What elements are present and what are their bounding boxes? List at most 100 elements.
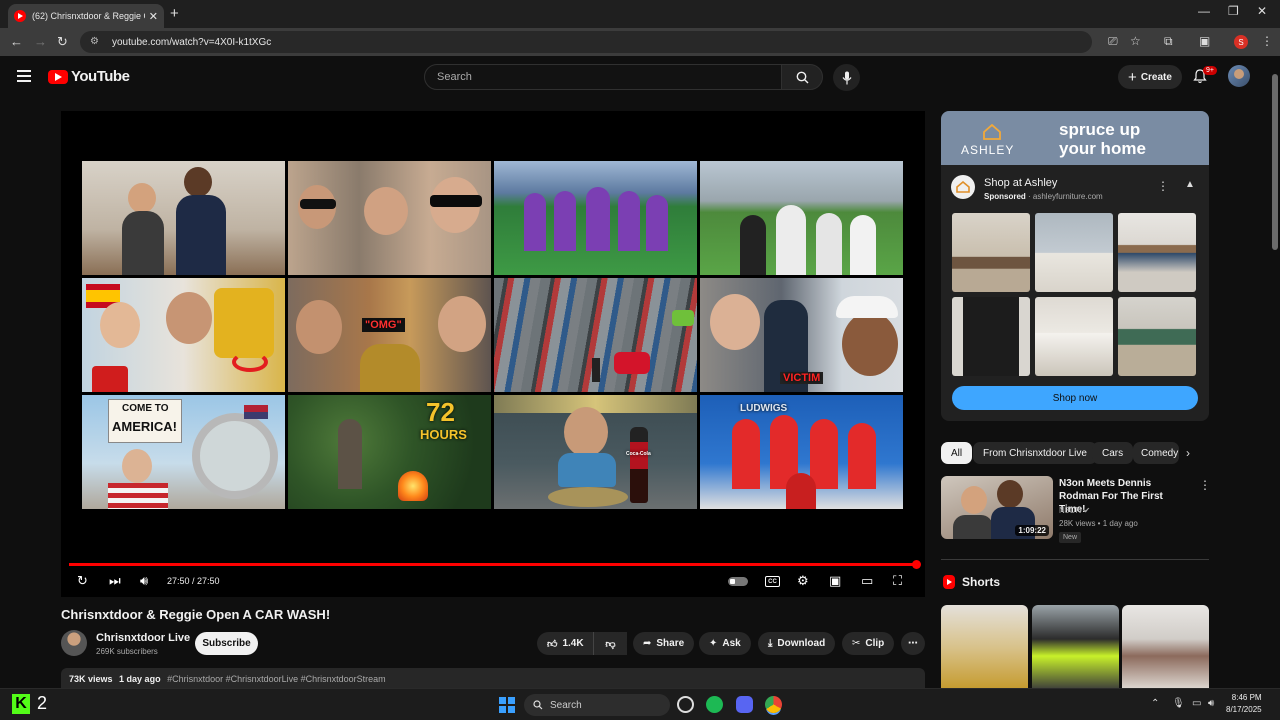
back-icon[interactable]: ← (10, 34, 23, 49)
ad-product-image[interactable] (952, 297, 1030, 376)
chip-from-channel[interactable]: From Chrisnxtdoor Live (973, 442, 1097, 464)
ask-button[interactable]: ✦ Ask (699, 632, 751, 655)
sidepanel-icon[interactable]: ▣ (1199, 34, 1210, 48)
cast-icon[interactable]: ⎚ (1108, 34, 1118, 49)
url-text: youtube.com/watch?v=4X0I-k1tXGc (112, 36, 272, 48)
chrome-app-icon[interactable] (765, 696, 782, 713)
profile-avatar[interactable]: S (1234, 35, 1248, 49)
ad-headline-line2: your home (1059, 139, 1146, 158)
collage-thumb (494, 278, 697, 392)
recommended-channel[interactable]: N3ON ✔ (1059, 506, 1090, 515)
volume-icon[interactable]: 🔊︎ (140, 573, 148, 589)
miniplayer-icon[interactable]: ▣ (829, 573, 841, 589)
clip-label: Clip (865, 638, 885, 649)
menu-hamburger-icon[interactable] (17, 70, 31, 82)
ad-product-image[interactable] (1118, 297, 1196, 376)
scrollbar-thumb[interactable] (1272, 74, 1278, 250)
spotify-app-icon[interactable] (706, 696, 723, 713)
recommended-channel-name: N3ON (1059, 506, 1082, 515)
obs-app-icon[interactable] (677, 696, 694, 713)
replay-icon[interactable]: ↻ (77, 573, 88, 589)
cola-caption: Coca-Cola (626, 451, 651, 457)
fullscreen-icon[interactable]: ⛶ (893, 573, 902, 589)
windows-start-icon[interactable] (499, 697, 515, 713)
ad-title[interactable]: Shop at Ashley (984, 177, 1057, 189)
taskbar-search[interactable]: Search (524, 694, 670, 716)
hashtags[interactable]: #Chrisnxtdoor #ChrisnxtdoorLive #Chrisnx… (167, 674, 386, 684)
ad-banner[interactable]: ASHLEY spruce up your home (941, 111, 1209, 165)
clip-button[interactable]: ✂ Clip (842, 632, 895, 655)
ad-product-image[interactable] (1118, 213, 1196, 292)
video-player[interactable]: "OMG" VICTIM COME TO AMERICA! 72 HOURS C… (61, 111, 925, 597)
chip-comedy[interactable]: Comedy (1133, 442, 1179, 464)
sponsored-ad-card[interactable]: ASHLEY spruce up your home Shop at Ashle… (941, 111, 1209, 421)
url-field[interactable]: ⚙ youtube.com/watch?v=4X0I-k1tXGc (80, 31, 1092, 53)
ad-product-image[interactable] (952, 213, 1030, 292)
restore-icon[interactable]: ❐ (1228, 4, 1239, 18)
autoplay-toggle[interactable] (728, 577, 748, 586)
subscriber-count: 269K subscribers (96, 647, 158, 656)
cola-bottle (630, 427, 648, 503)
forward-icon[interactable]: → (34, 34, 47, 49)
subscribe-button[interactable]: Subscribe (195, 632, 258, 655)
dislike-button[interactable]: 👎︎ (593, 632, 627, 655)
collage-person (810, 419, 838, 489)
voice-search-button[interactable] (833, 64, 860, 91)
new-tab-icon[interactable]: + (170, 5, 179, 22)
ad-product-image[interactable] (1035, 213, 1113, 292)
extensions-icon[interactable]: ⧉ (1164, 34, 1173, 49)
minimize-icon[interactable]: — (1198, 4, 1210, 18)
share-button[interactable]: ➦ Share (633, 632, 695, 655)
collage-person (786, 473, 816, 509)
theater-mode-icon[interactable]: ▭ (861, 573, 873, 589)
chip-all[interactable]: All (941, 442, 973, 464)
collage-person (564, 407, 608, 457)
tray-mic-icon[interactable]: 🎙︎ (1172, 698, 1185, 709)
settings-gear-icon[interactable]: ⚙ (797, 573, 809, 589)
ad-product-image[interactable] (1035, 297, 1113, 376)
ad-menu-icon[interactable]: ⋮ (1157, 179, 1169, 193)
taskbar-clock[interactable]: 8:46 PM 8/17/2025 (1226, 692, 1262, 716)
next-video-icon[interactable]: ⏭ (109, 573, 121, 589)
page-scrollbar[interactable] (1270, 60, 1280, 688)
video-duration: 1:09:22 (1015, 525, 1049, 536)
search-button[interactable] (781, 64, 823, 90)
collage-person (296, 300, 342, 354)
reload-icon[interactable]: ↻ (57, 34, 68, 50)
short-thumbnail[interactable] (1032, 605, 1119, 690)
bookmark-star-icon[interactable]: ☆ (1130, 34, 1141, 48)
channel-avatar[interactable] (61, 630, 87, 656)
create-button[interactable]: + Create (1118, 65, 1182, 89)
captions-icon[interactable]: CC (765, 576, 780, 587)
tray-network-icon[interactable]: ▭ (1192, 698, 1201, 709)
taskbar-search-label: Search (550, 699, 582, 711)
youtube-logo[interactable]: YouTube (48, 68, 130, 85)
short-thumbnail[interactable] (1122, 605, 1209, 690)
collage-thumb: LUDWIGS (700, 395, 903, 509)
browser-tab[interactable]: (62) Chrisnxtdoor & Reggie Open A CAR WA… (8, 4, 164, 28)
recommended-video-thumbnail[interactable]: 1:09:22 (941, 476, 1053, 539)
more-actions-button[interactable]: ⋯ (901, 632, 925, 655)
tab-title: (62) Chrisnxtdoor & Reggie Open A CAR WA… (32, 11, 145, 21)
tab-close-icon[interactable]: ✕ (149, 10, 158, 23)
tray-volume-icon[interactable]: 🔊︎ (1208, 698, 1214, 709)
channel-name[interactable]: Chrisnxtdoor Live (96, 632, 190, 644)
account-avatar[interactable] (1228, 65, 1250, 87)
search-input[interactable]: Search (424, 64, 782, 90)
short-thumbnail[interactable] (941, 605, 1028, 690)
browser-menu-icon[interactable]: ⋮ (1261, 34, 1273, 48)
discord-app-icon[interactable] (736, 696, 753, 713)
ad-advertiser-logo[interactable] (951, 175, 975, 199)
close-window-icon[interactable]: ✕ (1257, 4, 1267, 18)
shop-now-button[interactable]: Shop now (952, 386, 1198, 410)
chip-cars[interactable]: Cars (1092, 442, 1134, 464)
site-info-icon[interactable]: ⚙ (90, 36, 102, 48)
thumb-person (997, 480, 1023, 508)
video-progress-bar[interactable] (69, 560, 921, 569)
download-button[interactable]: ⤓ Download (758, 632, 836, 655)
ad-collapse-icon[interactable]: ▲ (1185, 179, 1195, 190)
omg-caption: "OMG" (362, 318, 405, 332)
chips-next-chevron-icon[interactable]: › (1186, 446, 1190, 460)
tray-overflow-icon[interactable]: ⌃ (1151, 698, 1159, 709)
recommended-menu-icon[interactable]: ⋮ (1199, 478, 1211, 492)
